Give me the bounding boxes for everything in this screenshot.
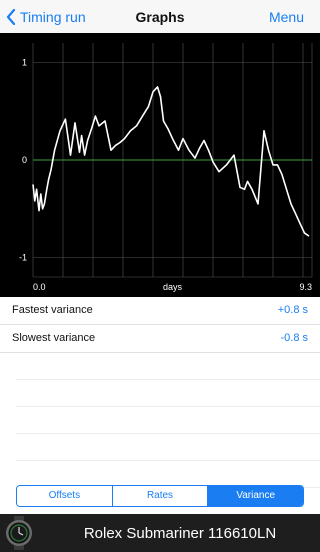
slowest-variance-value: -0.8 s <box>280 332 308 344</box>
empty-row <box>16 380 320 407</box>
menu-button[interactable]: Menu <box>269 9 304 25</box>
chart-canvas: 1 0 -1 0.0 9.3 days <box>19 43 313 292</box>
fastest-variance-value: +0.8 s <box>277 304 308 316</box>
watch-footer[interactable]: Rolex Submariner 116610LN <box>0 514 320 552</box>
watch-thumbnail-icon <box>6 516 32 550</box>
x-axis-label: days <box>163 282 183 292</box>
x-tick-label: 9.3 <box>299 282 312 292</box>
fastest-variance-label: Fastest variance <box>12 304 93 316</box>
y-tick-label: -1 <box>19 253 27 263</box>
variance-series-line <box>32 86 310 237</box>
variance-chart: 1 0 -1 0.0 9.3 days <box>0 33 320 297</box>
fastest-variance-row: Fastest variance +0.8 s <box>0 297 320 325</box>
empty-row <box>16 407 320 434</box>
empty-row <box>16 353 320 380</box>
y-tick-label: 1 <box>22 58 27 68</box>
tab-offsets[interactable]: Offsets <box>17 486 113 506</box>
slowest-variance-row: Slowest variance -0.8 s <box>0 325 320 353</box>
slowest-variance-label: Slowest variance <box>12 332 96 344</box>
x-tick-label: 0.0 <box>33 282 46 292</box>
tab-rates[interactable]: Rates <box>112 486 209 506</box>
stats-list: Fastest variance +0.8 s Slowest variance… <box>0 297 320 488</box>
watch-title: Rolex Submariner 116610LN <box>83 525 277 542</box>
graph-type-segmented-control: Offsets Rates Variance <box>16 485 304 507</box>
empty-row <box>16 434 320 461</box>
y-tick-label: 0 <box>22 155 27 165</box>
tab-variance[interactable]: Variance <box>208 486 303 506</box>
nav-bar: Timing run Graphs Menu <box>0 0 320 33</box>
empty-row <box>16 461 320 488</box>
